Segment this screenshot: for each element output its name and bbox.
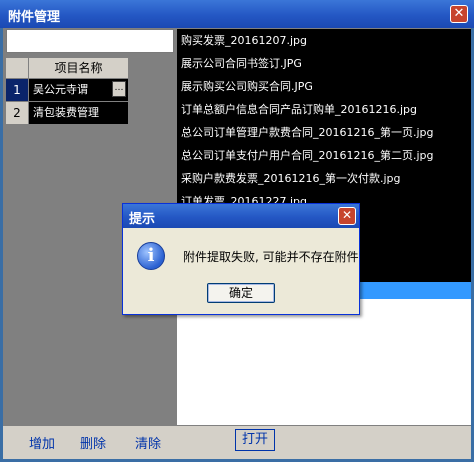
table-row[interactable]: 2 清包装费管理 (6, 102, 128, 125)
project-filter-input[interactable] (6, 29, 174, 53)
dialog-title-bar: 提示 ✕ (123, 204, 359, 228)
add-button[interactable]: 增加 (29, 433, 55, 452)
attachment-window: 附件管理 ✕ 项目名称 1 吴公元寺谓 … 2 清包装费管理 购买发票_2016… (0, 0, 474, 462)
dialog-message: 附件提取失败, 可能并不存在附件! (183, 250, 364, 264)
ellipsis-button[interactable]: … (112, 81, 126, 97)
open-button[interactable]: 打开 (235, 429, 275, 451)
row-number: 1 (6, 79, 29, 101)
list-item[interactable]: 展示购买公司购买合同.JPG (177, 75, 471, 98)
preview-pane (177, 299, 471, 425)
project-name-cell[interactable]: 吴公元寺谓 … (29, 79, 128, 101)
list-item[interactable]: 总公司订单支付户用户合同_20161216_第二页.jpg (177, 144, 471, 167)
title-bar: 附件管理 ✕ (0, 0, 474, 28)
row-number: 2 (6, 102, 29, 124)
clear-button[interactable]: 清除 (135, 433, 161, 452)
project-name-cell[interactable]: 清包装费管理 (29, 102, 128, 124)
info-icon: i (137, 242, 165, 270)
list-item[interactable]: 展示公司合同书签订.JPG (177, 52, 471, 75)
project-name-text: 吴公元寺谓 (33, 83, 88, 96)
message-dialog: 提示 ✕ i 附件提取失败, 可能并不存在附件! 确定 (122, 203, 364, 315)
column-header-project-name[interactable]: 项目名称 (29, 58, 128, 78)
ok-button[interactable]: 确定 (207, 283, 275, 303)
list-item[interactable]: 订单总额户信息合同产品订购单_20161216.jpg (177, 98, 471, 121)
list-item[interactable]: 采购户款费发票_20161216_第一次付款.jpg (177, 167, 471, 190)
window-close-button[interactable]: ✕ (450, 5, 468, 23)
grid-header: 项目名称 (6, 58, 128, 79)
delete-button[interactable]: 删除 (80, 433, 106, 452)
dialog-close-button[interactable]: ✕ (338, 207, 356, 225)
project-grid: 项目名称 1 吴公元寺谓 … 2 清包装费管理 (6, 58, 128, 125)
list-item[interactable]: 总公司订单管理户款费合同_20161216_第一页.jpg (177, 121, 471, 144)
bottom-toolbar: 增加 删除 清除 打开 (3, 426, 471, 459)
window-title: 附件管理 (8, 10, 61, 25)
list-item[interactable]: 购买发票_20161207.jpg (177, 29, 471, 52)
grid-corner (6, 58, 29, 78)
project-name-text: 清包装费管理 (33, 106, 99, 119)
dialog-title: 提示 (129, 212, 156, 227)
table-row[interactable]: 1 吴公元寺谓 … (6, 79, 128, 102)
